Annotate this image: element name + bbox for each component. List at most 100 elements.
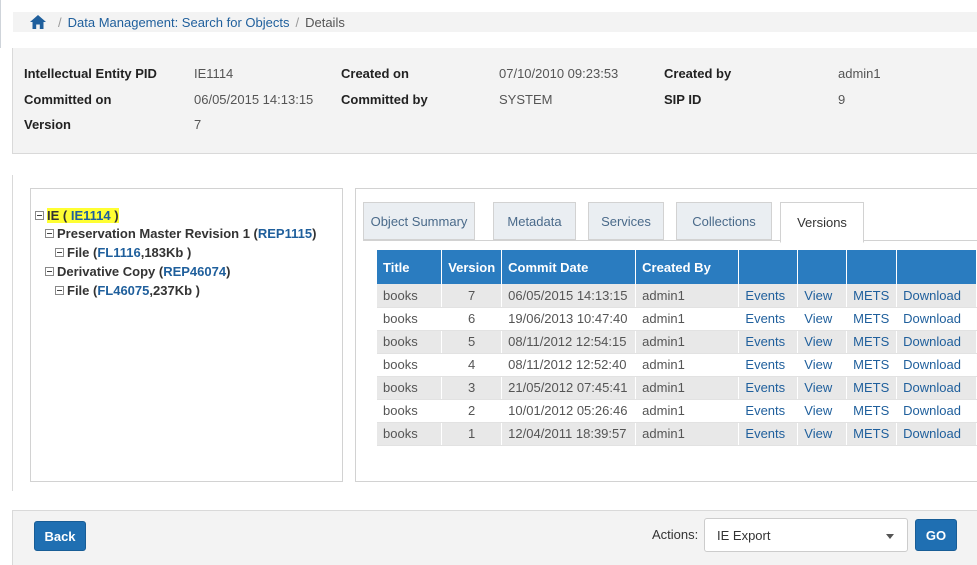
tree-node-fl1116[interactable]: File ( FL1116 ,183Kb ) — [55, 245, 191, 260]
table-cell: Events — [738, 307, 799, 331]
table-header-row: Title Version Commit Date Created By — [377, 250, 977, 284]
cell-created-by: admin1 — [642, 287, 685, 303]
download-link[interactable]: Download — [903, 334, 961, 349]
tab-versions[interactable]: Versions — [780, 202, 864, 243]
cell-created-by: admin1 — [642, 426, 685, 441]
tree-link-ie[interactable]: IE1114 — [71, 208, 111, 223]
table-row: books 4 08/11/2012 12:52:40 admin1 Events Vie… — [377, 353, 977, 377]
view-link[interactable]: View — [804, 311, 832, 326]
table-row: books 6 19/06/2013 10:47:40 admin1 Events Vie… — [377, 307, 977, 331]
breadcrumb-link-search[interactable]: Data Management: Search for Objects — [68, 15, 290, 30]
view-link[interactable]: View — [804, 426, 832, 441]
events-link[interactable]: Events — [745, 403, 785, 418]
view-link[interactable]: View — [804, 334, 832, 349]
tab-object-summary[interactable]: Object Summary — [363, 202, 475, 240]
tree-node-ie[interactable]: IE ( IE1114 ) — [35, 208, 119, 223]
tree-node-rep1115[interactable]: Preservation Master Revision 1 ( REP1115… — [45, 226, 316, 241]
events-link[interactable]: Events — [745, 288, 785, 303]
download-link[interactable]: Download — [903, 426, 961, 441]
table-cell: books — [377, 330, 443, 354]
table-cell: METS — [846, 307, 898, 331]
table-cell: admin1 — [635, 399, 740, 423]
column-header-view — [797, 250, 848, 284]
tree-node-fl46075[interactable]: File ( FL46075 ,237Kb ) — [55, 283, 200, 298]
table-cell: admin1 — [635, 284, 740, 308]
column-header-created-by[interactable]: Created By — [635, 250, 740, 284]
table-cell: METS — [846, 353, 898, 377]
view-link[interactable]: View — [804, 288, 832, 303]
mets-link[interactable]: METS — [853, 311, 889, 326]
tree-link-rep46074[interactable]: REP46074 — [163, 264, 226, 279]
tree-node-rep46074[interactable]: Derivative Copy ( REP46074 ) — [45, 264, 230, 279]
view-link[interactable]: View — [804, 403, 832, 418]
mets-link[interactable]: METS — [853, 357, 889, 372]
events-link[interactable]: Events — [745, 357, 785, 372]
table-cell: 3 — [441, 376, 503, 400]
table-cell: METS — [846, 284, 898, 308]
events-link[interactable]: Events — [745, 334, 785, 349]
go-button[interactable]: GO — [915, 519, 957, 551]
tree-link-rep1115[interactable]: REP1115 — [258, 226, 312, 241]
events-link[interactable]: Events — [745, 380, 785, 395]
mets-link[interactable]: METS — [853, 334, 889, 349]
mets-link[interactable]: METS — [853, 380, 889, 395]
table-cell: admin1 — [635, 330, 740, 354]
table-cell: admin1 — [635, 376, 740, 400]
tab-services[interactable]: Services — [588, 202, 664, 240]
cell-title: books — [383, 357, 418, 372]
tree-node-text: ) — [110, 208, 119, 223]
events-link[interactable]: Events — [745, 426, 785, 441]
table-cell: Download — [896, 284, 977, 308]
created-by-value: admin1 — [838, 66, 881, 81]
table-cell: books — [377, 284, 443, 308]
tree-link-fl1116[interactable]: FL1116 — [97, 245, 140, 260]
collapse-icon[interactable] — [55, 248, 64, 257]
breadcrumb-separator: / — [295, 14, 300, 30]
collapse-icon[interactable] — [45, 267, 54, 276]
download-link[interactable]: Download — [903, 311, 961, 326]
tree-node-text: ) — [312, 226, 317, 241]
tree-link-fl46075[interactable]: FL46075 — [97, 283, 149, 298]
cell-commit-date: 10/01/2012 05:26:46 — [508, 403, 628, 418]
column-header-mets — [846, 250, 898, 284]
cell-title: books — [383, 380, 418, 395]
table-cell: Events — [738, 399, 799, 423]
table-row: books 7 06/05/2015 14:13:15 admin1 Events Vie… — [377, 284, 977, 308]
actions-label: Actions: — [652, 527, 699, 542]
tree-node-text: IE ( — [47, 208, 71, 223]
table-cell: 08/11/2012 12:52:40 — [501, 353, 637, 377]
cell-commit-date: 08/11/2012 12:52:40 — [508, 357, 627, 372]
events-link[interactable]: Events — [745, 311, 785, 326]
tree-node-ie-label: IE ( IE1114 ) — [47, 208, 119, 223]
mets-link[interactable]: METS — [853, 288, 889, 303]
table-cell: books — [377, 307, 443, 331]
home-icon[interactable] — [30, 15, 46, 29]
sip-id-label: SIP ID — [664, 92, 702, 107]
mets-link[interactable]: METS — [853, 403, 889, 418]
actions-select[interactable]: IE Export — [704, 518, 908, 552]
tab-collections[interactable]: Collections — [676, 202, 772, 240]
table-cell: 19/06/2013 10:47:40 — [501, 307, 637, 331]
table-cell: 2 — [441, 399, 503, 423]
table-cell: Events — [738, 284, 799, 308]
table-cell: 7 — [441, 284, 503, 308]
back-button[interactable]: Back — [34, 521, 86, 551]
table-cell: METS — [846, 376, 898, 400]
download-link[interactable]: Download — [903, 380, 961, 395]
download-link[interactable]: Download — [903, 403, 961, 418]
column-header-commit-date[interactable]: Commit Date — [501, 250, 637, 284]
cell-commit-date: 08/11/2012 12:54:15 — [508, 334, 627, 349]
collapse-icon[interactable] — [35, 211, 44, 220]
column-header-version[interactable]: Version — [441, 250, 503, 284]
collapse-icon[interactable] — [45, 229, 54, 238]
collapse-icon[interactable] — [55, 286, 64, 295]
view-link[interactable]: View — [804, 357, 832, 372]
table-cell: 4 — [441, 353, 503, 377]
tab-metadata[interactable]: Metadata — [493, 202, 576, 240]
tree-node-text: Preservation Master Revision 1 ( — [57, 226, 258, 241]
view-link[interactable]: View — [804, 380, 832, 395]
download-link[interactable]: Download — [903, 357, 961, 372]
mets-link[interactable]: METS — [853, 426, 889, 441]
column-header-title[interactable]: Title — [377, 250, 443, 284]
download-link[interactable]: Download — [903, 288, 961, 303]
